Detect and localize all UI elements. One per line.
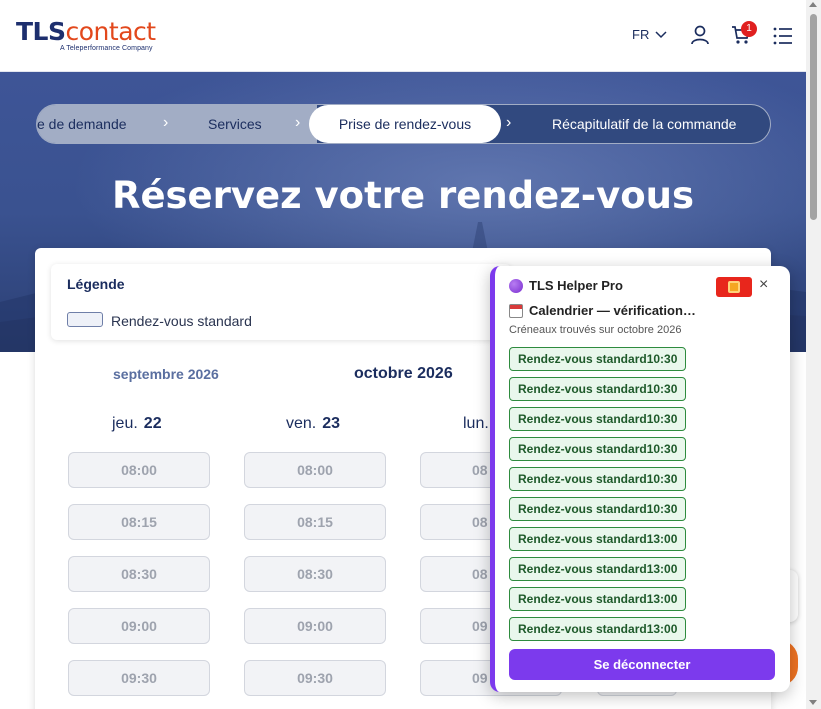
tls-helper-panel: TLS Helper Pro × Calendrier — vérificati… bbox=[490, 266, 790, 692]
chevron-down-icon bbox=[655, 30, 667, 38]
current-month: octobre 2026 bbox=[354, 365, 453, 382]
day-header: jeu. 22 bbox=[112, 415, 162, 432]
calendar-icon bbox=[509, 303, 523, 318]
time-slot[interactable]: 09:00 bbox=[244, 608, 386, 644]
time-slot[interactable]: 08:15 bbox=[68, 504, 210, 540]
time-slot[interactable]: 08:30 bbox=[244, 556, 386, 592]
time-slot[interactable]: 09:30 bbox=[244, 660, 386, 696]
booking-steps-breadcrumb: e de demande › Services › Prise de rende… bbox=[36, 104, 771, 144]
logo-subtitle: A Teleperformance Company bbox=[60, 45, 153, 52]
time-slot[interactable]: 08:15 bbox=[244, 504, 386, 540]
legend-box: Légende Rendez-vous standard bbox=[51, 264, 511, 340]
legend-title: Légende bbox=[67, 276, 125, 292]
found-slot-button[interactable]: Rendez-vous standard13:00 bbox=[509, 527, 686, 551]
found-slot-button[interactable]: Rendez-vous standard10:30 bbox=[509, 377, 686, 401]
time-slot[interactable]: 09:00 bbox=[68, 608, 210, 644]
step-services[interactable]: Services bbox=[208, 105, 262, 143]
scroll-down-arrow-icon[interactable] bbox=[809, 700, 817, 705]
legend-standard-label: Rendez-vous standard bbox=[111, 313, 252, 329]
step-appointment-active[interactable]: Prise de rendez-vous bbox=[309, 105, 501, 143]
panel-header: TLS Helper Pro bbox=[509, 278, 623, 293]
site-header: TLScontact A Teleperformance Company FR … bbox=[0, 0, 806, 72]
scroll-thumb[interactable] bbox=[810, 14, 817, 220]
panel-status: Calendrier — vérification… bbox=[509, 303, 696, 318]
page-scrollbar[interactable] bbox=[806, 0, 821, 709]
found-slot-button[interactable]: Rendez-vous standard10:30 bbox=[509, 437, 686, 461]
logout-button[interactable]: Se déconnecter bbox=[509, 649, 775, 680]
stop-button[interactable] bbox=[716, 277, 752, 297]
logo-tls: TLS bbox=[16, 17, 66, 46]
chevron-right-icon: › bbox=[163, 114, 169, 131]
found-slot-button[interactable]: Rendez-vous standard13:00 bbox=[509, 587, 686, 611]
found-slot-button[interactable]: Rendez-vous standard10:30 bbox=[509, 407, 686, 431]
scroll-up-arrow-icon[interactable] bbox=[809, 2, 817, 7]
found-slot-button[interactable]: Rendez-vous standard10:30 bbox=[509, 467, 686, 491]
panel-info: Créneaux trouvés sur octobre 2026 bbox=[509, 324, 682, 336]
day-header: ven. 23 bbox=[286, 415, 341, 432]
step-order-summary[interactable]: Récapitulatif de la commande bbox=[552, 105, 736, 143]
time-slot[interactable]: 08:00 bbox=[244, 452, 386, 488]
found-slot-button[interactable]: Rendez-vous standard13:00 bbox=[509, 557, 686, 581]
time-slot[interactable]: 08:00 bbox=[68, 452, 210, 488]
language-label: FR bbox=[632, 27, 650, 42]
cart-count-badge: 1 bbox=[741, 21, 757, 37]
step-request[interactable]: e de demande bbox=[37, 105, 127, 143]
time-slot[interactable]: 08:30 bbox=[68, 556, 210, 592]
found-slot-button[interactable]: Rendez-vous standard13:00 bbox=[509, 617, 686, 641]
time-slot[interactable]: 09:30 bbox=[68, 660, 210, 696]
hamburger-menu-icon[interactable] bbox=[773, 27, 793, 45]
language-selector[interactable]: FR bbox=[632, 27, 667, 42]
tlscontact-logo[interactable]: TLScontact A Teleperformance Company bbox=[16, 17, 157, 53]
close-icon[interactable]: × bbox=[759, 276, 768, 294]
stop-icon bbox=[728, 281, 740, 293]
chevron-right-icon: › bbox=[506, 114, 512, 131]
logo-contact: contact bbox=[65, 17, 157, 46]
chevron-right-icon: › bbox=[295, 114, 301, 131]
page-title: Réservez votre rendez-vous bbox=[111, 174, 695, 217]
user-icon[interactable] bbox=[690, 25, 710, 45]
purple-circle-icon bbox=[509, 278, 523, 293]
found-slot-button[interactable]: Rendez-vous standard10:30 bbox=[509, 497, 686, 521]
prev-month-link[interactable]: septembre 2026 bbox=[113, 366, 219, 382]
found-slot-button[interactable]: Rendez-vous standard10:30 bbox=[509, 347, 686, 371]
panel-status-text: Calendrier — vérification… bbox=[529, 303, 696, 318]
panel-title: TLS Helper Pro bbox=[529, 278, 623, 293]
legend-standard-swatch bbox=[67, 312, 103, 327]
